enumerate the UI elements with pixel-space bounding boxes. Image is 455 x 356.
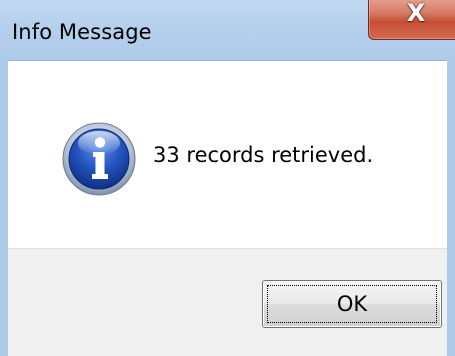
info-message-dialog: Info Message X 33 records retrieved. OK: [0, 0, 455, 356]
ok-button-label: OK: [336, 292, 368, 316]
close-icon: X: [406, 0, 426, 27]
message-text: 33 records retrieved.: [153, 143, 374, 167]
info-icon: [62, 122, 136, 196]
title-bar: Info Message X: [0, 0, 455, 60]
window-frame-right: [447, 60, 455, 356]
ok-button[interactable]: OK: [262, 280, 442, 328]
window-frame-left: [0, 60, 8, 356]
close-button[interactable]: X: [368, 0, 455, 40]
window-title: Info Message: [12, 20, 152, 44]
